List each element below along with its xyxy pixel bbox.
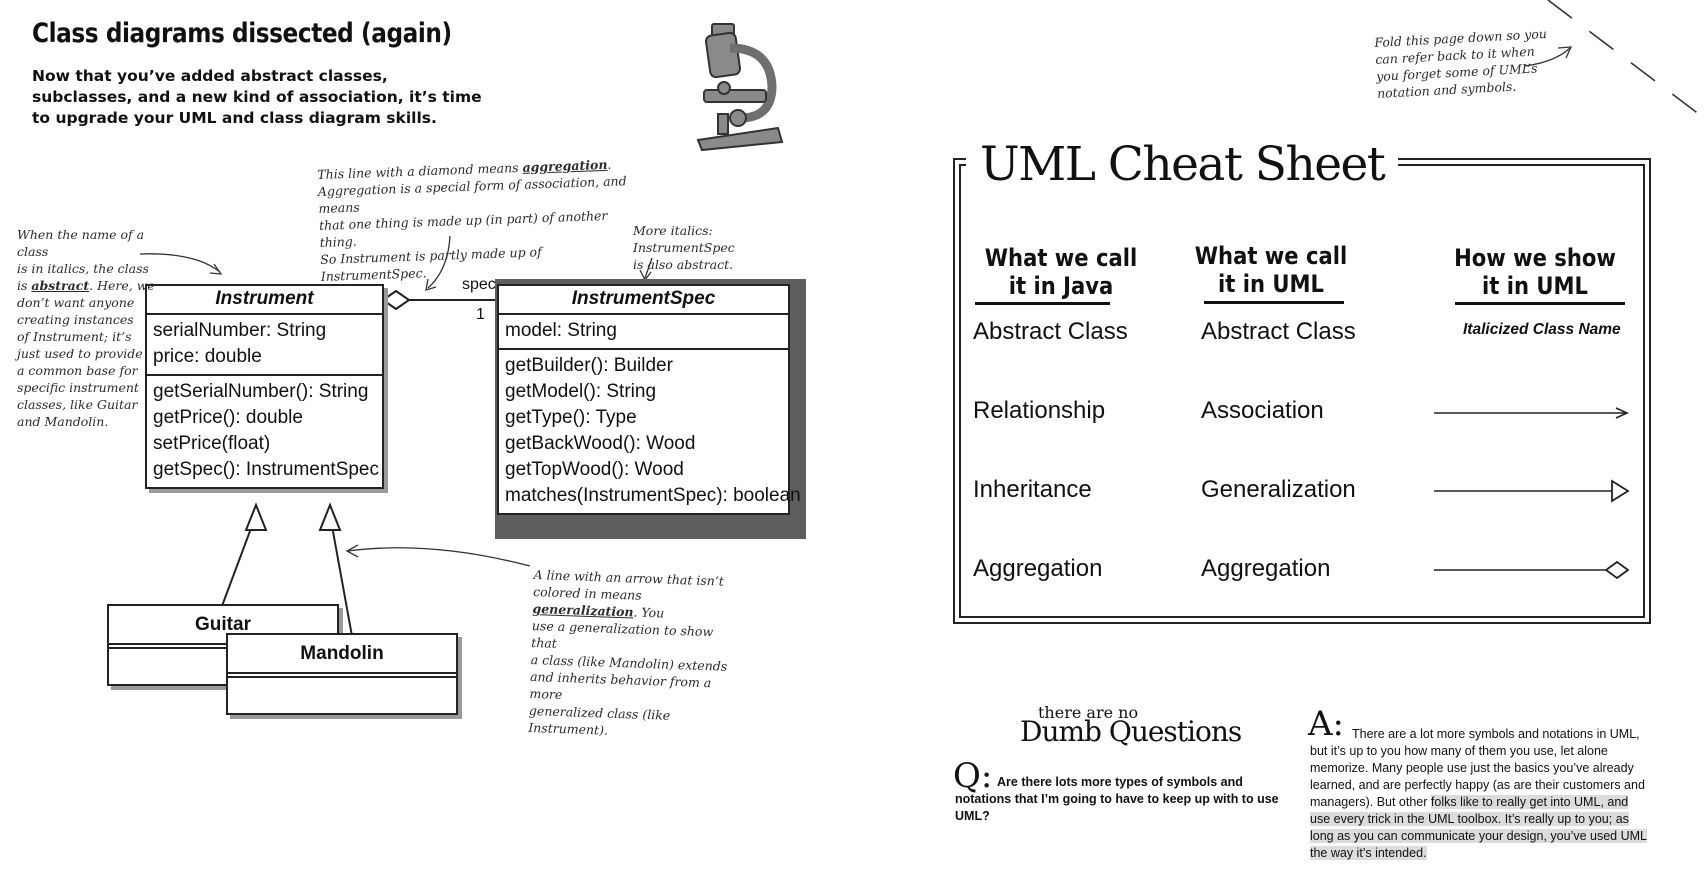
aggregation-diamond-icon bbox=[1434, 560, 1630, 580]
attribute: model: String bbox=[505, 320, 617, 341]
question-text: Are there lots more types of symbols and… bbox=[955, 775, 1279, 823]
row-abstract-java: Abstract Class bbox=[973, 318, 1128, 345]
annotation-keyword: abstract bbox=[31, 278, 90, 293]
generalization-triangle-icon bbox=[1434, 479, 1630, 503]
annotation-keyword: generalization bbox=[532, 600, 634, 620]
mandolin-empty-sections bbox=[228, 672, 456, 678]
header-uml: What we call it in UML bbox=[1194, 242, 1348, 298]
method: getType(): Type bbox=[505, 407, 637, 428]
cheat-sheet-title: UML Cheat Sheet bbox=[966, 135, 1399, 195]
generalization-annotation: A line with an arrow that isn’t colored … bbox=[528, 566, 744, 743]
method: getBackWood(): Wood bbox=[505, 433, 696, 454]
row-inheritance-uml: Generalization bbox=[1201, 476, 1356, 503]
header-java: What we call it in Java bbox=[984, 244, 1138, 300]
attribute: price: double bbox=[153, 346, 262, 367]
method: getSpec(): InstrumentSpec bbox=[153, 459, 379, 480]
abstract-annotation: When the name of a class is in italics, … bbox=[17, 226, 157, 430]
methods-section: getSerialNumber(): String getPrice(): do… bbox=[147, 376, 382, 487]
generalization-pointer bbox=[347, 547, 531, 567]
annotation-text: . Here, we don’t want anyone creating in… bbox=[17, 278, 155, 429]
annotation-text: A line with an arrow that isn’t colored … bbox=[532, 566, 725, 603]
mandolin-class: Mandolin bbox=[226, 633, 458, 715]
methods-section: getBuilder(): Builder getModel(): String… bbox=[499, 350, 801, 513]
italics-annotation: More italics: InstrumentSpec is also abs… bbox=[633, 223, 735, 272]
method: matches(InstrumentSpec): boolean bbox=[505, 485, 801, 506]
header-show: How we show it in UML bbox=[1454, 244, 1616, 300]
row-abstract-show: Italicized Class Name bbox=[1463, 321, 1621, 338]
row-aggregation-java: Aggregation bbox=[973, 555, 1103, 582]
instrument-class: Instrument serialNumber: String price: d… bbox=[145, 284, 384, 489]
association-multiplicity-label: 1 bbox=[476, 306, 485, 323]
fold-line bbox=[1547, 0, 1704, 119]
method: getSerialNumber(): String bbox=[153, 381, 369, 402]
row-abstract-uml: Abstract Class bbox=[1201, 318, 1356, 345]
aggregation-diamond bbox=[381, 289, 411, 311]
class-name: Instrument bbox=[147, 286, 382, 315]
header-show-underline bbox=[1455, 302, 1625, 305]
answer-text: There are a lot more symbols and notatio… bbox=[1310, 726, 1650, 862]
row-aggregation-uml: Aggregation bbox=[1201, 555, 1331, 582]
annotation-text: . You use a generalization to show that … bbox=[528, 604, 728, 738]
row-relationship-java: Relationship bbox=[973, 397, 1106, 424]
attributes-section: model: String bbox=[499, 315, 788, 350]
fold-annotation: Fold this page down so you can refer bac… bbox=[1374, 25, 1548, 101]
association-arrow-icon bbox=[1434, 407, 1629, 419]
method: getPrice(): double bbox=[153, 407, 303, 428]
attribute: serialNumber: String bbox=[153, 320, 327, 341]
class-name: InstrumentSpec bbox=[499, 286, 788, 315]
instrument-spec-class: InstrumentSpec model: String getBuilder(… bbox=[497, 284, 801, 515]
attributes-section: serialNumber: String price: double bbox=[147, 315, 382, 376]
mandolin-generalization-arrowhead bbox=[318, 502, 342, 531]
dumb-questions-heading: Dumb Questions bbox=[1020, 715, 1242, 748]
annotation-keyword: aggregation bbox=[522, 156, 608, 175]
method: setPrice(float) bbox=[153, 433, 271, 454]
cheat-sheet-symbols bbox=[1434, 407, 1630, 580]
guitar-generalization-arrowhead bbox=[244, 502, 268, 531]
class-name: Mandolin bbox=[300, 643, 384, 664]
header-uml-underline bbox=[1204, 301, 1344, 304]
row-relationship-uml: Association bbox=[1201, 397, 1324, 424]
method: getBuilder(): Builder bbox=[505, 355, 673, 376]
method: getTopWood(): Wood bbox=[505, 459, 684, 480]
aggregation-annotation: This line with a diamond means aggregati… bbox=[317, 155, 641, 285]
row-inheritance-java: Inheritance bbox=[973, 476, 1092, 503]
header-java-underline bbox=[975, 302, 1110, 305]
method: getModel(): String bbox=[505, 381, 657, 402]
